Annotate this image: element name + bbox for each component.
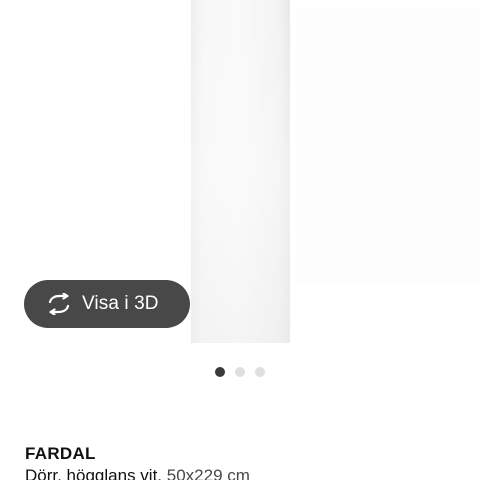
gallery-pagination xyxy=(215,367,265,377)
rotate-3d-icon xyxy=(46,293,72,315)
product-page: Visa i 3D FARDAL Dörr, högglans vit, 50x… xyxy=(0,0,480,480)
next-product-image[interactable] xyxy=(296,8,480,283)
view-in-3d-button[interactable]: Visa i 3D xyxy=(24,280,190,328)
product-image[interactable] xyxy=(191,0,290,343)
product-image-gallery[interactable]: Visa i 3D xyxy=(0,0,480,350)
product-size: 50x229 cm xyxy=(166,466,250,480)
pagination-dot-3[interactable] xyxy=(255,367,265,377)
view-in-3d-label: Visa i 3D xyxy=(82,293,159,314)
product-description: Dörr, högglans vit, 50x229 cm xyxy=(25,466,250,480)
product-name[interactable]: FARDAL xyxy=(25,444,96,464)
product-description-text: Dörr, högglans vit, xyxy=(25,466,163,480)
pagination-dot-1[interactable] xyxy=(215,367,225,377)
pagination-dot-2[interactable] xyxy=(235,367,245,377)
